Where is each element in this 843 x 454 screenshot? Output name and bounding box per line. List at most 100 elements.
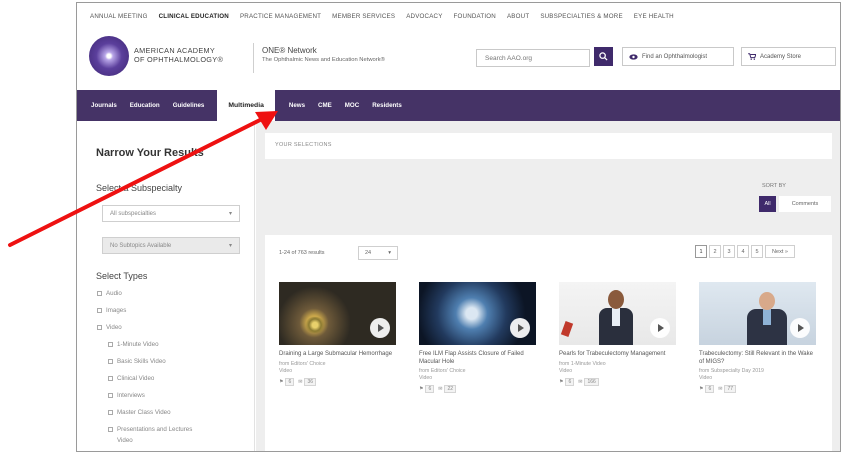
topnav-eye-health[interactable]: EYE HEALTH [634,13,674,20]
aao-logo-text[interactable]: AMERICAN ACADEMY OF OPHTHALMOLOGY® [134,46,223,64]
tab-news[interactable]: News [289,90,318,121]
checkbox-icon [97,325,102,330]
video-checkbox-basic-skills[interactable]: Basic Skills Video [108,358,166,365]
tab-cme[interactable]: CME [318,90,345,121]
one-network-title[interactable]: ONE® Network [262,46,317,55]
video-checkbox-1-minute[interactable]: 1-Minute Video [108,341,159,348]
sort-by-label: SORT BY [762,183,786,189]
thumbs-up-icon[interactable]: ⚑ [279,379,283,385]
subtopic-select[interactable]: No Subtopics Available ▾ [102,237,240,254]
comment-icon[interactable]: ✉ [578,379,582,385]
chevron-down-icon: ▾ [388,250,391,256]
video-source[interactable]: from Subspecialty Day 2019 [699,368,816,374]
topnav-clinical-education[interactable]: CLINICAL EDUCATION [159,13,229,20]
comment-icon[interactable]: ✉ [718,386,722,392]
video-card[interactable]: Pearls for Trabeculectomy Management fro… [559,282,676,386]
find-ophthalmologist-button[interactable]: Find an Ophthalmologist [622,47,734,66]
video-thumbnail[interactable] [419,282,536,345]
tab-guidelines[interactable]: Guidelines [173,90,218,121]
topnav-member-services[interactable]: MEMBER SERVICES [332,13,395,20]
checkbox-icon [108,342,113,347]
per-page-value: 24 [365,250,372,256]
type-checkbox-audio[interactable]: Audio [97,290,122,297]
page-3[interactable]: 3 [723,245,735,258]
video-checkbox-interviews[interactable]: Interviews [108,392,145,399]
play-icon[interactable] [510,318,530,338]
video-source[interactable]: from 1-Minute Video [559,361,676,367]
video-stats: ⚑ 6 ✉ 77 [699,385,816,393]
per-page-select[interactable]: 24 ▾ [358,246,398,260]
aao-logo-icon[interactable] [89,36,129,76]
video-thumbnail[interactable] [699,282,816,345]
chevron-down-icon: ▾ [228,211,232,217]
video-thumbnail[interactable] [559,282,676,345]
tab-multimedia[interactable]: Multimedia [217,90,275,121]
video-thumbnail[interactable] [279,282,396,345]
video-checkbox-presentations[interactable]: Presentations and Lectures [108,426,192,433]
video-stats: ⚑ 6 ✉ 36 [279,377,396,386]
topnav-practice-management[interactable]: PRACTICE MANAGEMENT [240,13,321,20]
subspecialty-select[interactable]: All subspecialties ▾ [102,205,240,222]
topnav-annual-meeting[interactable]: ANNUAL MEETING [90,13,148,20]
comment-icon[interactable]: ✉ [438,386,442,392]
video-title[interactable]: Free ILM Flap Assists Closure of Failed … [419,351,536,366]
search-input[interactable] [476,49,590,67]
video-title[interactable]: Pearls for Trabeculectomy Management [559,351,676,359]
like-count: 6 [425,385,435,393]
page-1[interactable]: 1 [695,245,707,258]
page-4[interactable]: 4 [737,245,749,258]
video-source[interactable]: from Editors' Choice [419,368,536,374]
page-2[interactable]: 2 [709,245,721,258]
like-count: 6 [565,377,575,386]
type-label: Master Class Video [117,409,171,416]
search-button[interactable] [594,47,613,66]
page-next[interactable]: Next » [765,245,795,258]
logo-line-2: OF OPHTHALMOLOGY® [134,55,224,64]
video-card[interactable]: Free ILM Flap Assists Closure of Failed … [419,282,536,393]
video-card[interactable]: Trabeculectomy: Still Relevant in the Wa… [699,282,816,393]
video-source[interactable]: from Editors' Choice [279,361,396,367]
video-checkbox-clinical[interactable]: Clinical Video [108,375,154,382]
tab-residents[interactable]: Residents [372,90,415,121]
page-5[interactable]: 5 [751,245,763,258]
filter-sidebar: Narrow Your Results Select a Subspecialt… [77,121,255,451]
one-network-subtitle: The Ophthalmic News and Education Networ… [262,57,385,63]
comment-count: 77 [724,385,737,393]
topnav-about[interactable]: ABOUT [507,13,529,20]
video-stats: ⚑ 6 ✉ 166 [559,377,676,386]
video-checkbox-master-class[interactable]: Master Class Video [108,409,171,416]
sort-all-button[interactable]: All [759,196,776,212]
subspecialty-heading: Select a Subspecialty [96,183,183,193]
tab-moc[interactable]: MOC [345,90,372,121]
main-nav: Journals Education Guidelines Multimedia… [77,90,840,121]
thumbs-up-icon[interactable]: ⚑ [419,386,423,392]
type-label: Interviews [117,392,145,399]
tab-journals[interactable]: Journals [91,90,130,121]
presenter-image [599,290,633,345]
cart-icon [748,53,756,60]
tab-education[interactable]: Education [130,90,173,121]
topnav-foundation[interactable]: FOUNDATION [454,13,496,20]
topnav-advocacy[interactable]: ADVOCACY [406,13,442,20]
like-count: 6 [705,385,715,393]
academy-store-button[interactable]: Academy Store [741,47,836,66]
topnav-subspecialties[interactable]: SUBSPECIALTIES & MORE [540,13,622,20]
play-icon[interactable] [790,318,810,338]
video-title[interactable]: Trabeculectomy: Still Relevant in the Wa… [699,351,816,366]
checkbox-icon [108,410,113,415]
video-title[interactable]: Draining a Large Submacular Hemorrhage [279,351,396,359]
type-label: Audio [106,290,122,297]
play-icon[interactable] [650,318,670,338]
checkbox-icon [97,291,102,296]
checkbox-icon [108,376,113,381]
pagination: 1 2 3 4 5 Next » [695,245,795,258]
comment-icon[interactable]: ✉ [298,379,302,385]
video-card[interactable]: Draining a Large Submacular Hemorrhage f… [279,282,396,386]
type-checkbox-images[interactable]: Images [97,307,126,314]
play-icon[interactable] [370,318,390,338]
thumbs-up-icon[interactable]: ⚑ [699,386,703,392]
thumbs-up-icon[interactable]: ⚑ [559,379,563,385]
sort-comments-button[interactable]: Comments [779,196,831,212]
type-checkbox-video[interactable]: Video [97,324,122,331]
video-type: Video [699,375,713,381]
